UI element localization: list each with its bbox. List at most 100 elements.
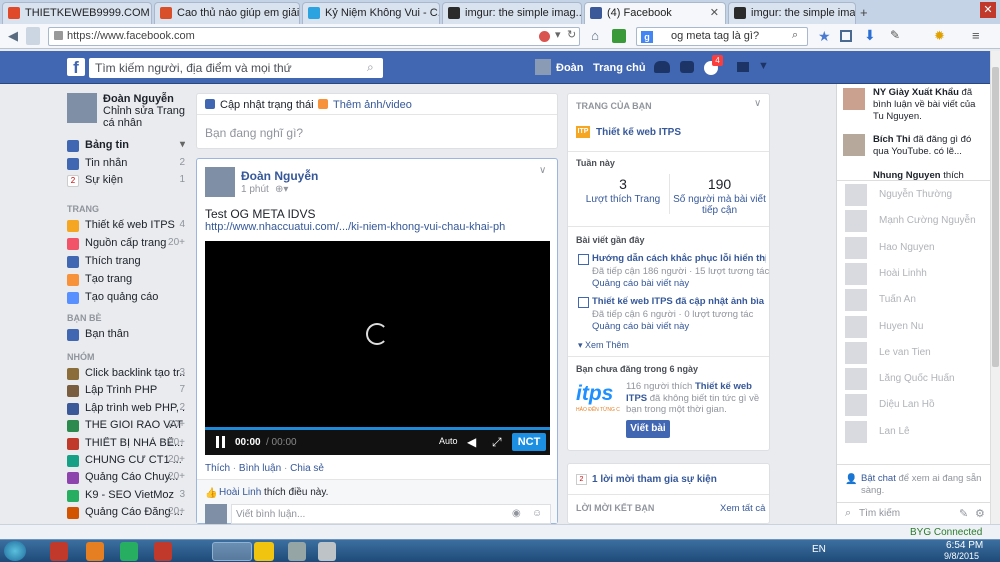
chat-settings-icon[interactable]: ⚙ (975, 507, 985, 520)
ticker-item[interactable]: Nhung Nguyen thích trang (873, 170, 987, 180)
back-icon[interactable]: ◀ (4, 27, 22, 45)
promote-post-link[interactable]: Quảng cáo bài viết này (592, 321, 689, 332)
emoji-icon[interactable]: ☺ (532, 508, 542, 519)
panel-options-icon[interactable]: ∨ (754, 98, 761, 109)
home-link[interactable]: Trang chủ (593, 62, 646, 74)
bookmarks-list-icon[interactable] (840, 30, 852, 42)
edit-profile-link[interactable]: Chỉnh sửa Trang cá nhân (103, 105, 189, 129)
like-link[interactable]: Thích (205, 463, 230, 474)
camera-icon[interactable]: ◉ (512, 508, 521, 519)
avatar[interactable] (205, 167, 235, 197)
friend-requests-icon[interactable] (654, 61, 670, 73)
home-icon[interactable]: ⌂ (586, 27, 604, 45)
chat-friend[interactable]: Hao Nguyen (845, 236, 985, 263)
privacy-shortcuts-icon[interactable] (737, 62, 749, 72)
bookmark-star-icon[interactable]: ★ (818, 28, 831, 45)
more-icon[interactable]: ▾ (180, 139, 185, 150)
video-player[interactable]: 00:00 / 00:00 Auto ◀ ⤢ NCT (205, 241, 550, 455)
sidebar-item-messages[interactable]: Tin nhắn 2 (67, 157, 185, 173)
sidebar-item-news-feed[interactable]: Bảng tin ▾ (67, 139, 185, 155)
app-icon[interactable] (288, 542, 306, 561)
tab-status[interactable]: Cập nhật trạng thái (220, 99, 314, 111)
new-message-icon[interactable]: ✎ (959, 507, 968, 520)
fullscreen-icon[interactable]: ⤢ (492, 435, 502, 450)
sidebar-item-group[interactable]: CHUNG CƯ CT1 ... 20+ (67, 454, 185, 470)
chat-friend[interactable]: Huyen Nu (845, 315, 985, 342)
forward-icon[interactable] (26, 27, 40, 45)
chat-friend[interactable]: Mạnh Cường Nguyễn (845, 210, 985, 236)
sidebar-item-group[interactable]: Lập trình web PHP, ... 2 (67, 402, 185, 418)
clock-date[interactable]: 9/8/2015 (944, 551, 979, 561)
section-header-groups[interactable]: NHÓM (67, 352, 95, 362)
window-close-icon[interactable]: ✕ (980, 2, 996, 18)
share-link[interactable]: Chia sẻ (290, 463, 324, 474)
section-header-friends[interactable]: BẠN BÈ (67, 313, 102, 323)
byg-status[interactable]: BYG Connected (910, 527, 982, 538)
avatar[interactable] (67, 93, 97, 123)
chat-search-bar[interactable]: ⌕ Tìm kiếm ✎ ⚙ (837, 502, 990, 524)
chat-friend[interactable]: Le van Tien (845, 341, 985, 368)
address-bar[interactable]: https://www.facebook.com ▾ ↻ (48, 27, 580, 46)
chat-friend[interactable]: Nguyễn Thường (845, 184, 985, 210)
see-more-link[interactable]: ▾ Xem Thêm (578, 340, 629, 351)
sidebar-item-page[interactable]: Thiết kế web ITPS 4 (67, 219, 185, 235)
sidebar-item-group[interactable]: Quảng Cáo Chuy... 20+ (67, 471, 185, 487)
audience-icon[interactable]: ⊕▾ (275, 184, 288, 195)
tab-photo-video[interactable]: Thêm ảnh/video (333, 99, 412, 111)
block-icon[interactable] (539, 31, 550, 42)
liker-name[interactable]: Hoài Linh (219, 487, 261, 498)
dropdown-icon[interactable]: ▾ (555, 28, 561, 41)
volume-icon[interactable]: ◀ (467, 435, 476, 449)
chat-friend[interactable]: Diệu Lan Hồ (845, 394, 985, 420)
comment-input[interactable]: Viết bình luận... ◉ ☺ (231, 504, 551, 524)
chat-friend[interactable]: Tuấn An (845, 289, 985, 315)
sidebar-item-page[interactable]: Thích trang (67, 255, 185, 271)
sidebar-item-close-friends[interactable]: Bạn thân (67, 328, 185, 344)
sidebar-item-group[interactable]: Quảng Cáo Đăng ... 20+ (67, 506, 185, 522)
browser-tab[interactable]: THIETKEWEB9999.COM (2, 2, 152, 24)
see-all-link[interactable]: Xem tất cả (720, 503, 765, 514)
recent-post-title[interactable]: Thiết kế web ITPS đã cập nhật ảnh bìa ..… (592, 296, 766, 307)
nct-logo[interactable]: NCT (512, 433, 546, 451)
filezilla-icon[interactable] (154, 542, 172, 561)
page-link[interactable]: Thiết kế web ITPS (596, 127, 681, 138)
close-tab-icon[interactable]: ✕ (710, 6, 719, 19)
menu-icon[interactable]: ≡ (972, 28, 980, 43)
sidebar-item-group[interactable]: K9 - SEO VietMoz 3 (67, 489, 185, 505)
ticker-item[interactable]: NY Giày Xuất Khẩu đã bình luận về bài vi… (873, 87, 987, 123)
ticker-item[interactable]: Bích Thi đã đăng gì đó qua YouTube. có l… (873, 134, 987, 158)
messages-icon[interactable] (680, 61, 694, 73)
sidebar-item-group[interactable]: Click backlink tạo tr... 3 (67, 367, 185, 383)
scrollbar-thumb[interactable] (992, 67, 999, 367)
promote-post-link[interactable]: Quảng cáo bài viết này (592, 278, 689, 289)
new-tab-icon[interactable]: + (860, 5, 874, 20)
status-input[interactable]: Bạn đang nghĩ gì? (205, 126, 303, 140)
search-icon[interactable]: ⌕ (367, 60, 374, 75)
pause-icon[interactable] (216, 436, 219, 448)
download-icon[interactable]: ⬇ (864, 27, 876, 44)
page-scrollbar[interactable] (990, 51, 1000, 524)
recent-post-title[interactable]: Hướng dẫn cách khắc phục lỗi hiển thị ..… (592, 253, 766, 264)
sidebar-item-group[interactable]: THIẾT BỊ NHÀ BẾ... 20+ (67, 437, 185, 453)
app-icon[interactable] (86, 542, 104, 561)
sidebar-item-events[interactable]: 2 Sự kiện 1 (67, 174, 185, 190)
app-icon[interactable] (120, 542, 138, 561)
reload-icon[interactable]: ↻ (567, 28, 576, 41)
search-bar[interactable]: g og meta tag là gì? ⌕ (636, 27, 808, 46)
chat-search-input[interactable]: Tìm kiếm (859, 508, 900, 519)
app-icon[interactable] (318, 542, 336, 561)
account-menu-icon[interactable]: ▼ (758, 60, 769, 72)
browser-tab[interactable]: imgur: the simple imag... (442, 2, 582, 24)
sidebar-item-page[interactable]: Nguồn cấp trang 20+ (67, 237, 185, 253)
auto-quality-button[interactable]: Auto (439, 436, 458, 446)
browser-tab[interactable]: imgur: the simple imag... (728, 2, 856, 24)
search-icon[interactable]: ⌕ (792, 29, 798, 42)
sidebar-item-page[interactable]: Tạo trang (67, 273, 185, 289)
post-link[interactable]: http://www.nhaccuatui.com/.../ki-niem-kh… (205, 221, 505, 233)
chat-friend[interactable]: Hoài Linhh (845, 262, 985, 289)
browser-tab[interactable]: Cao thủ nào giúp em giải th... (154, 2, 300, 24)
start-button-icon[interactable] (4, 541, 26, 561)
post-options-icon[interactable]: ∨ (539, 165, 546, 176)
gear-icon[interactable]: ✹ (934, 28, 945, 44)
browser-tab-active[interactable]: (4) Facebook ✕ (584, 2, 726, 24)
